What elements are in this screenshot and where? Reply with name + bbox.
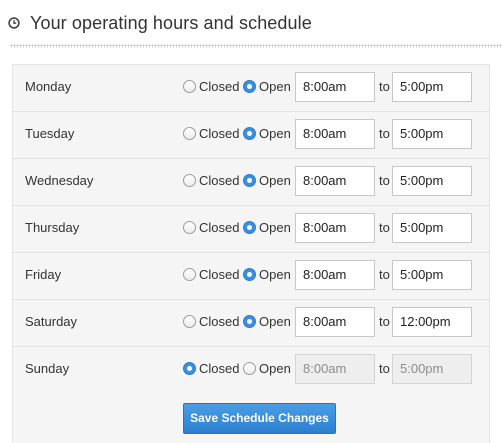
schedule-row-saturday: Saturday Closed Open 8:00am to 12:00pm xyxy=(13,300,489,347)
close-time-input[interactable]: 5:00pm xyxy=(392,72,472,102)
closed-radio[interactable] xyxy=(183,80,196,93)
closed-radio[interactable] xyxy=(183,362,196,375)
close-time-input[interactable]: 5:00pm xyxy=(392,166,472,196)
to-label: to xyxy=(379,220,390,235)
clock-icon xyxy=(8,17,20,29)
dotted-divider xyxy=(10,44,502,48)
open-option[interactable]: Open xyxy=(243,267,291,282)
day-label: Wednesday xyxy=(25,173,94,188)
schedule-row-sunday: Sunday Closed Open 8:00am to 5:00pm xyxy=(13,347,489,393)
closed-radio[interactable] xyxy=(183,221,196,234)
schedule-row-monday: Monday Closed Open 8:00am to 5:00pm xyxy=(13,65,489,112)
schedule-panel: Monday Closed Open 8:00am to 5:00pm Tues… xyxy=(12,64,490,443)
open-option[interactable]: Open xyxy=(243,361,291,376)
day-label: Saturday xyxy=(25,314,78,329)
closed-label: Closed xyxy=(199,314,240,329)
day-label: Thursday xyxy=(25,220,80,235)
open-option[interactable]: Open xyxy=(243,126,291,141)
page-title: Your operating hours and schedule xyxy=(30,12,312,33)
closed-option[interactable]: Closed xyxy=(183,267,239,282)
schedule-row-wednesday: Wednesday Closed Open 8:00am to 5:00pm xyxy=(13,159,489,206)
close-time-input[interactable]: 5:00pm xyxy=(392,260,472,290)
closed-label: Closed xyxy=(199,361,240,376)
to-label: to xyxy=(379,173,390,188)
open-time-input[interactable]: 8:00am xyxy=(295,307,375,337)
schedule-row-friday: Friday Closed Open 8:00am to 5:00pm xyxy=(13,253,489,300)
day-label: Sunday xyxy=(25,361,70,376)
close-time-input[interactable]: 12:00pm xyxy=(392,307,472,337)
open-radio[interactable] xyxy=(243,127,256,140)
day-label: Monday xyxy=(25,79,72,94)
schedule-row-thursday: Thursday Closed Open 8:00am to 5:00pm xyxy=(13,206,489,253)
to-label: to xyxy=(379,314,390,329)
close-time-input[interactable]: 5:00pm xyxy=(392,354,472,384)
open-label: Open xyxy=(259,314,291,329)
open-radio[interactable] xyxy=(243,174,256,187)
open-option[interactable]: Open xyxy=(243,173,291,188)
closed-label: Closed xyxy=(199,173,240,188)
open-time-input[interactable]: 8:00am xyxy=(295,119,375,149)
closed-label: Closed xyxy=(199,267,240,282)
closed-option[interactable]: Closed xyxy=(183,314,239,329)
open-time-input[interactable]: 8:00am xyxy=(295,213,375,243)
open-option[interactable]: Open xyxy=(243,79,291,94)
close-time-input[interactable]: 5:00pm xyxy=(392,119,472,149)
day-label: Tuesday xyxy=(25,126,75,141)
closed-option[interactable]: Closed xyxy=(183,173,239,188)
open-time-input[interactable]: 8:00am xyxy=(295,354,375,384)
open-label: Open xyxy=(259,267,291,282)
open-radio[interactable] xyxy=(243,80,256,93)
closed-option[interactable]: Closed xyxy=(183,220,239,235)
closed-option[interactable]: Closed xyxy=(183,79,239,94)
open-label: Open xyxy=(259,361,291,376)
open-radio[interactable] xyxy=(243,362,256,375)
closed-option[interactable]: Closed xyxy=(183,361,239,376)
closed-label: Closed xyxy=(199,79,240,94)
open-label: Open xyxy=(259,126,291,141)
open-option[interactable]: Open xyxy=(243,220,291,235)
open-time-input[interactable]: 8:00am xyxy=(295,72,375,102)
day-label: Friday xyxy=(25,267,62,282)
open-radio[interactable] xyxy=(243,221,256,234)
section-header: Your operating hours and schedule xyxy=(8,8,312,38)
closed-radio[interactable] xyxy=(183,127,196,140)
open-time-input[interactable]: 8:00am xyxy=(295,260,375,290)
open-radio[interactable] xyxy=(243,315,256,328)
open-label: Open xyxy=(259,173,291,188)
closed-radio[interactable] xyxy=(183,174,196,187)
closed-label: Closed xyxy=(199,126,240,141)
open-label: Open xyxy=(259,220,291,235)
closed-radio[interactable] xyxy=(183,268,196,281)
open-option[interactable]: Open xyxy=(243,314,291,329)
closed-option[interactable]: Closed xyxy=(183,126,239,141)
to-label: to xyxy=(379,267,390,282)
open-radio[interactable] xyxy=(243,268,256,281)
save-schedule-button[interactable]: Save Schedule Changes xyxy=(183,403,336,434)
closed-label: Closed xyxy=(199,220,240,235)
schedule-row-tuesday: Tuesday Closed Open 8:00am to 5:00pm xyxy=(13,112,489,159)
to-label: to xyxy=(379,126,390,141)
to-label: to xyxy=(379,361,390,376)
close-time-input[interactable]: 5:00pm xyxy=(392,213,472,243)
open-label: Open xyxy=(259,79,291,94)
to-label: to xyxy=(379,79,390,94)
open-time-input[interactable]: 8:00am xyxy=(295,166,375,196)
closed-radio[interactable] xyxy=(183,315,196,328)
